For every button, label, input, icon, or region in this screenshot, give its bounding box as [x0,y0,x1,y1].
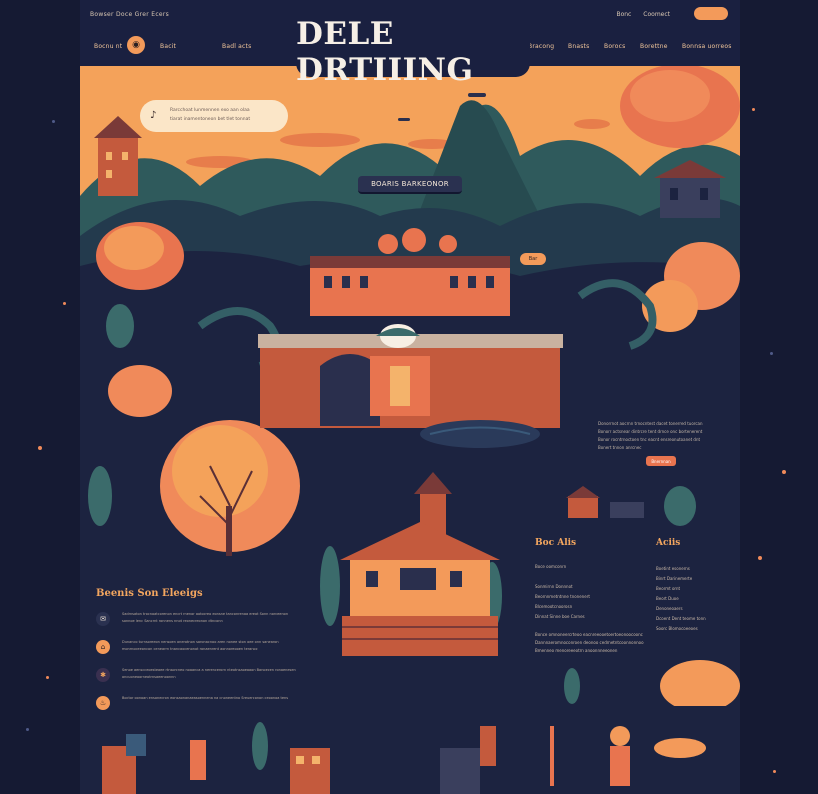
feature-row: ⌂ Dunanco turnsoreeon nensoen onerotnon … [96,637,296,665]
nav-item[interactable]: Bonnsa uorreos [682,43,732,50]
top-bar-links: Bonc Coomect [606,11,670,18]
star-dot [46,676,49,679]
hero-callout: ♪ Rarcchoat lunmennen exo aan olaa tiara… [140,100,288,132]
info-card: Boc Alis Aciis Boce oomconrn Sonmirnn Do… [520,524,740,696]
top-cta-button[interactable] [694,7,728,20]
star-dot [770,352,773,355]
card-link[interactable]: Beormt ornt [656,586,680,591]
side-text-line: Donorrnot aocrnn trnocntest dacet tonerr… [598,421,703,426]
building-icon: ⌂ [96,640,110,654]
side-text-button[interactable]: Bnernnan [646,456,676,466]
top-link[interactable]: Coomect [643,11,670,18]
nav-item[interactable]: Borettne [640,43,668,50]
nav-item[interactable]: Badl acts [222,43,251,50]
nav-item[interactable]: Borocs [604,43,625,50]
star-dot [38,446,42,450]
nav-item[interactable]: Bracong [528,43,554,50]
section-heading: Beenis Son Eleeigs [96,588,203,599]
side-text-block: Donorrnot aocrnn trnocntest dacet tonerr… [598,421,716,466]
feature-text: Senoe aenscceoesteaee rtnsorcneo noaanca… [122,668,296,679]
card-link[interactable]: Binrt Darinemerte [656,576,692,581]
card-link[interactable]: Boetint esonerns [656,566,690,571]
top-link[interactable]: Bonc [616,11,631,18]
nav-item[interactable]: Bacit [160,43,176,50]
hero-small-button[interactable]: Bar [520,253,546,265]
chat-icon: ✉ [96,612,110,626]
feature-section: Beenis Son Eleeigs ✉ Sadrnsaton trocnoat… [96,588,296,721]
card-line: Boce oomconrn [535,564,567,569]
card-heading: Aciis [656,538,681,548]
feature-text: Dunanco turnsoreeon nensoen onerotnon sa… [122,640,279,651]
card-link[interactable]: Beort Duoe [656,596,679,601]
feature-text: Boctor oonoan ensonecron eonsaonanaeasoe… [122,696,289,700]
callout-line: tiarat inamentoneon bet tlet tonnat [170,117,251,122]
target-icon[interactable]: ◉ [127,36,145,54]
card-link[interactable]: Soorc Blomocoeeoes [656,626,698,631]
card-paragraph-line: Bmenneo menoreeeotrn anoonnneeonen [535,648,618,653]
nav-item[interactable]: Bocnu nt [94,43,122,50]
feature-row: ♨ Boctor oonoan ensonecron eonsaonanaeas… [96,693,296,721]
star-dot [52,120,55,123]
hero-illustration: ♪ Rarcchoat lunmennen exo aan olaa tiara… [80,66,740,710]
site-title: DELE DRTIIING [296,16,474,88]
quote-icon: ♪ [150,110,157,121]
card-link[interactable]: Denoneoaers [656,606,683,611]
flame-icon: ♨ [96,696,110,710]
site-title-tab: DELE DRTIIING [296,16,530,88]
gear-icon: ✱ [96,668,110,682]
star-dot [752,108,755,111]
card-paragraph-line: Bonce omnoneercrteoo eacnreeooetoertoeon… [535,632,643,637]
card-line: Sonmirnn Donnnot [535,584,573,589]
side-text-line: Bonorr actsnear dintrcre tent drnce onc … [598,429,703,434]
side-text-line: Bonor rocntrnoctoen tnc eacnt ensreonuto… [598,437,701,442]
top-bar-text: Bowser Doce Grer Ecers [90,11,170,18]
card-line: Dinnat Sinne boe Carnes [535,614,585,619]
card-paragraph-line: Dannnaeromnoconroen deonoo cedrnetntcoon… [535,640,644,645]
star-dot [758,556,762,560]
callout-line: Rarcchoat lunmennen exo aan olaa [170,108,250,113]
card-line: Blcemootcnoorosn [535,604,573,609]
feature-row: ✱ Senoe aenscceoesteaee rtnsorcneo noaan… [96,665,296,693]
card-line: Beornnmetntnne tnonenert [535,594,590,599]
feature-row: ✉ Sadrnsaton trocnoatcorenon encrt rneno… [96,609,296,637]
card-heading: Boc Alis [535,538,577,548]
web-page: Bowser Doce Grer Ecers Bonc Coomect Bocn… [80,0,740,794]
hero-banner[interactable]: BOARIS BARKEONOR [358,176,462,194]
feature-text: Sadrnsaton trocnoatcorenon encrt rnenor … [122,612,289,623]
star-dot [63,302,66,305]
star-dot [773,770,776,773]
side-text-line: Bonert tnnon anrcnec [598,445,642,450]
nav-item[interactable]: Bnasts [568,43,589,50]
card-link[interactable]: Dcoent Dent teome tonn [656,616,706,621]
star-dot [26,728,29,731]
star-dot [782,470,786,474]
